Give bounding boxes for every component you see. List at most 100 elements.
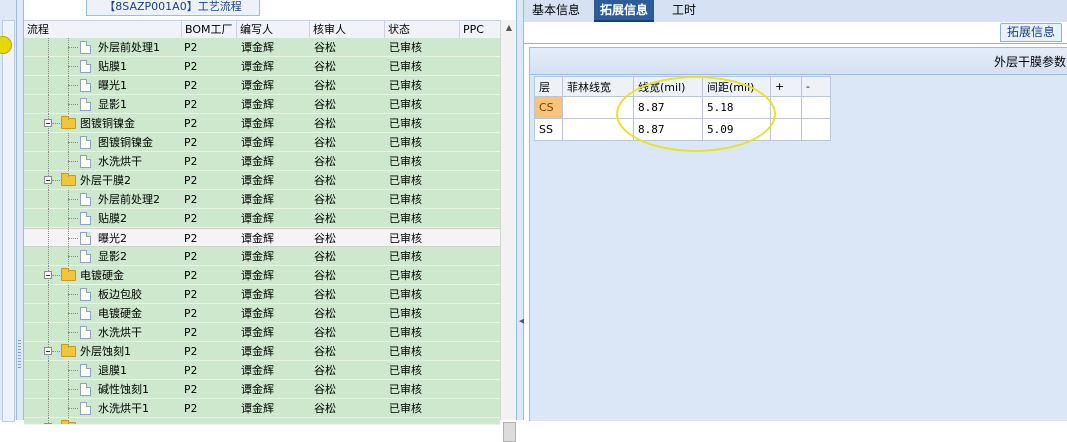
subtab-extended-info[interactable]: 拓展信息 <box>999 23 1062 42</box>
tree-connector <box>48 190 50 209</box>
tree-node: 外层蚀刻1 <box>24 342 179 361</box>
cell-layer[interactable]: SS <box>534 118 563 141</box>
tree-row[interactable]: 碱性蚀刻1 P2 谭金辉 谷松 已审核 <box>24 380 500 399</box>
cell-writer: 谭金辉 <box>241 232 274 245</box>
folder-icon <box>61 173 76 186</box>
collapse-node-icon[interactable] <box>44 119 52 127</box>
tree-row[interactable]: 贴膜1 P2 谭金辉 谷松 已审核 <box>24 57 500 76</box>
tree-node: 电镀硬金 <box>24 304 179 323</box>
document-icon <box>80 41 91 54</box>
tree-row[interactable]: 贴膜2 P2 谭金辉 谷松 已审核 <box>24 209 500 228</box>
node-label: 显影2 <box>98 250 127 263</box>
collapse-node-icon[interactable] <box>44 347 52 355</box>
tree-connector <box>48 285 50 304</box>
tree-node: 板边包胶 <box>24 285 179 304</box>
document-icon <box>80 250 91 263</box>
cell-blank <box>801 118 831 141</box>
cell-writer: 谭金辉 <box>241 307 274 320</box>
scroll-up-icon[interactable]: ▲ <box>501 20 517 36</box>
tree-row[interactable]: 板边包胶 P2 谭金辉 谷松 已审核 <box>24 285 500 304</box>
tree-row[interactable]: 电镀硬金 P2 谭金辉 谷松 已审核 <box>24 304 500 323</box>
node-label: 水洗烘干1 <box>98 402 149 415</box>
collapse-node-icon[interactable] <box>44 423 52 424</box>
tab-extended-info[interactable]: 拓展信息 <box>594 0 655 22</box>
tree-row[interactable]: 曝光1 P2 谭金辉 谷松 已审核 <box>24 76 500 95</box>
collapse-node-icon[interactable] <box>44 176 52 184</box>
tree-node: 贴膜2 <box>24 209 179 228</box>
tab-work-hours[interactable]: 工时 <box>666 0 702 22</box>
cell-line-width[interactable]: 8.87 <box>633 118 703 141</box>
cell-line-width[interactable]: 8.87 <box>633 96 703 119</box>
cell-film-width[interactable] <box>562 96 634 119</box>
cell-layer[interactable]: CS <box>534 96 563 119</box>
tree-node <box>24 418 179 424</box>
tree-row[interactable]: 水洗烘干 P2 谭金辉 谷松 已审核 <box>24 152 500 171</box>
tree-row[interactable]: 曝光2 P2 谭金辉 谷松 已审核 <box>24 228 500 248</box>
tree-folder-row[interactable]: 外层蚀刻1 P2 谭金辉 谷松 已审核 <box>24 342 500 361</box>
tree-row[interactable]: 显影2 P2 谭金辉 谷松 已审核 <box>24 247 500 266</box>
cell-writer: 谭金辉 <box>241 250 274 263</box>
tree-folder-row[interactable]: 外层干膜2 P2 谭金辉 谷松 已审核 <box>24 171 500 190</box>
cell-status: 已审核 <box>389 364 422 377</box>
column-header-bom[interactable]: BOM工厂 <box>182 21 237 38</box>
tree-node: 曝光1 <box>24 76 179 95</box>
document-icon <box>80 402 91 415</box>
cell-bom: P2 <box>184 402 198 415</box>
column-header-status[interactable]: 状态 <box>385 21 460 38</box>
left-splitter[interactable] <box>17 0 24 420</box>
cell-status: 已审核 <box>389 98 422 111</box>
document-icon <box>80 232 91 245</box>
center-splitter[interactable]: ◀ <box>516 0 524 420</box>
document-icon <box>80 79 91 92</box>
remove-row-button[interactable]: - <box>801 76 831 97</box>
tree-connector <box>68 66 78 68</box>
cell-reviewer: 谷松 <box>314 383 336 396</box>
header-line-width[interactable]: 线宽(mil) <box>633 76 703 97</box>
cell-bom: P2 <box>184 269 198 282</box>
tree-row[interactable]: 外层前处理2 P2 谭金辉 谷松 已审核 <box>24 190 500 209</box>
collapse-node-icon[interactable] <box>44 271 52 279</box>
cell-bom: P2 <box>184 326 198 339</box>
node-label: 图镀铜镍金 <box>80 117 135 130</box>
tree-folder-row[interactable]: 电镀硬金 P2 谭金辉 谷松 已审核 <box>24 266 500 285</box>
cell-status: 已审核 <box>389 288 422 301</box>
param-grid-row: CS 8.87 5.18 <box>534 96 831 119</box>
scroll-thumb[interactable] <box>503 422 516 442</box>
header-layer[interactable]: 层 <box>534 76 563 97</box>
tree-row[interactable]: 外层前处理1 P2 谭金辉 谷松 已审核 <box>24 38 500 57</box>
tree-row[interactable]: 水洗烘干 P2 谭金辉 谷松 已审核 <box>24 323 500 342</box>
cell-reviewer: 谷松 <box>314 155 336 168</box>
cell-film-width[interactable] <box>562 118 634 141</box>
header-film-width[interactable]: 菲林线宽 <box>562 76 634 97</box>
node-label: 外层前处理1 <box>98 41 160 54</box>
cell-spacing[interactable]: 5.09 <box>702 118 771 141</box>
header-spacing[interactable]: 间距(mil) <box>702 76 771 97</box>
cell-spacing[interactable]: 5.18 <box>702 96 771 119</box>
tree-row[interactable]: 水洗烘干1 P2 谭金辉 谷松 已审核 <box>24 399 500 418</box>
column-header-reviewer[interactable]: 核审人 <box>310 21 385 38</box>
cell-reviewer: 谷松 <box>314 269 336 282</box>
tree-node: 图镀铜镍金 <box>24 133 179 152</box>
cell-status: 已审核 <box>389 212 422 225</box>
column-header-writer[interactable]: 编写人 <box>237 21 310 38</box>
tree-grid-header: 流程 BOM工厂 编写人 核审人 状态 PPC <box>24 20 500 39</box>
column-header-process[interactable]: 流程 <box>24 21 182 38</box>
tree-vertical-scrollbar[interactable]: ▲ <box>500 20 517 442</box>
tree-folder-row[interactable] <box>24 418 500 425</box>
tab-basic-info[interactable]: 基本信息 <box>526 0 586 22</box>
tree-row[interactable]: 图镀铜镍金 P2 谭金辉 谷松 已审核 <box>24 133 500 152</box>
add-row-button[interactable]: + <box>770 76 802 97</box>
node-label: 图镀铜镍金 <box>98 136 153 149</box>
cell-bom: P2 <box>184 174 198 187</box>
param-grid-row: SS 8.87 5.09 <box>534 118 831 141</box>
tree-connector <box>48 152 50 171</box>
cell-bom: P2 <box>184 136 198 149</box>
tree-row[interactable]: 显影1 P2 谭金辉 谷松 已审核 <box>24 95 500 114</box>
cell-bom <box>184 418 234 424</box>
process-tree-panel: 【8SAZP001A0】工艺流程 流程 BOM工厂 编写人 核审人 状态 PPC… <box>24 0 517 442</box>
tree-connector <box>48 380 50 399</box>
document-icon <box>80 364 91 377</box>
tree-row[interactable]: 退膜1 P2 谭金辉 谷松 已审核 <box>24 361 500 380</box>
column-header-ppc[interactable]: PPC <box>460 21 500 38</box>
tree-folder-row[interactable]: 图镀铜镍金 P2 谭金辉 谷松 已审核 <box>24 114 500 133</box>
